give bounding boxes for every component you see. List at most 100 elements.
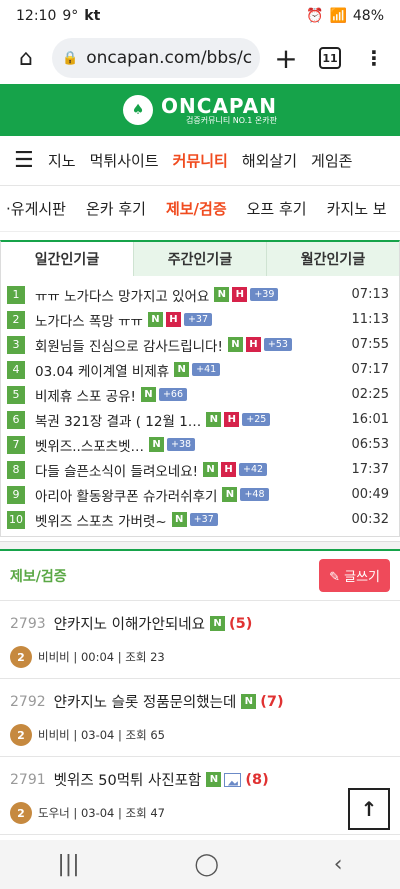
new-badge: N [171,512,187,527]
post-number: 2792 [10,693,46,710]
ranking-row[interactable]: 8 다들 슬픈소식이 들려오네요! N H +42 17:37 [1,457,399,482]
rank-number: 2 [7,310,25,329]
ranking-row[interactable]: 2 노가다스 폭망 ㅠㅠ N H +37 11:13 [1,307,399,332]
logo-title: ONCAPAN [161,93,277,118]
back-icon[interactable]: ‹ [334,852,343,877]
rank-number: 9 [7,485,25,504]
ranking-row[interactable]: 7 벳위즈..스포츠벳… N +38 06:53 [1,432,399,457]
post-views: 조회 65 [125,728,165,742]
rank-title: 03.04 케이계열 비제휴 [35,363,170,380]
board-header: 제보/검증 ✎ 글쓰기 [0,551,400,601]
board-title: 제보/검증 [10,568,67,585]
ranking-row[interactable]: 6 복권 321장 결과 ( 12월 1… N H +25 16:01 [1,407,399,432]
scroll-top-button[interactable]: ↑ [348,788,390,830]
rank-time: 00:32 [351,512,389,527]
site-banner: ♠ ONCAPAN 검증커뮤니티 NO.1 온카판 [0,84,400,136]
system-nav-bar: ||| ◯ ‹ [0,840,400,889]
level-badge: 2 [10,724,32,746]
nav-item-gamezone[interactable]: 게임존 [311,150,352,171]
post-author: 비비비 [38,728,70,742]
meta-separator: | [114,806,126,820]
menu-icon[interactable]: ⋮ [356,40,392,76]
post-list: 2793 얀카지노 이해가안되네요 N (5) 2 비비비 | 00:04 | 조… [0,601,400,835]
post-item[interactable]: 2792 얀카지노 슬롯 정품문의했는데 N (7) 2 비비비 | 03-04 … [0,679,400,757]
rank-number: 3 [7,335,25,354]
ranking-row[interactable]: 1 ㅠㅠ 노가다스 망가지고 있어요 N H +39 07:13 [1,282,399,307]
post-date: 00:04 [80,650,115,664]
level-badge: 2 [10,802,32,824]
nav-item-community[interactable]: 커뮤니티 [173,150,228,171]
nav-item-overseas[interactable]: 해외살기 [242,150,297,171]
tab-count: 11 [319,47,341,69]
rank-number: 8 [7,460,25,479]
rank-time: 07:17 [351,362,389,377]
tab-switcher-button[interactable]: 11 [312,40,348,76]
popular-tabs: 일간인기글 주간인기글 월간인기글 [1,242,399,276]
subnav-item-free-board[interactable]: ·유게시판 [6,198,66,219]
ranking-row[interactable]: 10 벳위즈 스포츠 가버렷~ N +37 00:32 [1,507,399,532]
site-logo[interactable]: ♠ ONCAPAN 검증커뮤니티 NO.1 온카판 [123,95,277,126]
rank-title: ㅠㅠ 노가다스 망가지고 있어요 [35,288,210,305]
ranking-row[interactable]: 9 아리아 활동왕쿠폰 슈가러쉬후기 N +48 00:49 [1,482,399,507]
ranking-row[interactable]: 5 비제휴 스포 공유! N +66 02:25 [1,382,399,407]
write-post-button[interactable]: ✎ 글쓰기 [319,559,390,592]
post-author: 비비비 [38,650,70,664]
new-badge: N [140,387,156,402]
rank-title: 벳위즈..스포츠벳… [35,438,145,455]
comment-count-badge: +66 [158,388,187,401]
meta-separator: | [114,650,126,664]
image-attachment-icon [224,772,242,787]
rank-time: 00:49 [351,487,389,502]
rank-number: 6 [7,410,25,429]
comment-count-badge: +53 [263,338,292,351]
subnav-item-report[interactable]: 제보/검증 [166,198,227,219]
url-text: oncapan.com/bbs/c [86,48,253,68]
ranking-row[interactable]: 3 회원님들 진심으로 감사드립니다! N H +53 07:55 [1,332,399,357]
address-bar[interactable]: 🔒 oncapan.com/bbs/c [52,38,260,78]
wifi-icon: 📶 [329,8,347,24]
rank-number: 4 [7,360,25,379]
new-badge: N [149,437,165,452]
tab-daily[interactable]: 일간인기글 [1,242,133,276]
rank-title: 벳위즈 스포츠 가버렷~ [35,513,167,530]
new-badge: N [222,487,238,502]
post-author: 도우너 [38,806,70,820]
hot-badge: H [245,337,261,352]
rank-time: 11:13 [351,312,389,327]
pencil-icon: ✎ [329,570,340,585]
sub-nav: ·유게시판 온카 후기 제보/검증 오프 후기 카지노 보 [0,186,400,232]
rank-number: 7 [7,435,25,454]
subnav-item-offline-review[interactable]: 오프 후기 [247,198,307,219]
new-tab-icon[interactable]: + [268,40,304,76]
lock-icon: 🔒 [62,50,79,66]
rank-time: 06:53 [351,437,389,452]
rank-number: 1 [7,285,25,304]
post-item[interactable]: 2791 벳위즈 50먹튀 사진포함 N (8) 2 도우너 | 03-04 | … [0,757,400,835]
post-item[interactable]: 2793 얀카지노 이해가안되네요 N (5) 2 비비비 | 00:04 | 조… [0,601,400,679]
nav-item-casino[interactable]: 지노 [48,150,76,171]
subnav-item-onca-review[interactable]: 온카 후기 [86,198,146,219]
clock: 12:10 [16,8,57,24]
rank-title: 노가다스 폭망 ㅠㅠ [35,313,143,330]
tab-weekly[interactable]: 주간인기글 [133,242,266,276]
hamburger-menu-icon[interactable]: ☰ [14,148,34,173]
ranking-row[interactable]: 4 03.04 케이계열 비제휴 N +41 07:17 [1,357,399,382]
rank-title: 다들 슬픈소식이 들려오네요! [35,463,199,480]
logo-tagline: 검증커뮤니티 NO.1 온카판 [186,115,277,125]
nav-item-scam-sites[interactable]: 먹튀사이트 [90,150,159,171]
post-date: 03-04 [80,806,115,820]
rank-time: 17:37 [351,462,389,477]
home-button-icon[interactable]: ◯ [194,852,219,877]
level-badge: 2 [10,646,32,668]
rank-number: 10 [7,510,25,529]
rank-number: 5 [7,385,25,404]
hot-badge: H [165,312,181,327]
rank-time: 07:13 [351,287,389,302]
new-badge: N [227,337,243,352]
home-icon[interactable]: ⌂ [8,40,44,76]
recent-apps-icon[interactable]: ||| [57,852,79,877]
meta-separator: | [114,728,126,742]
tab-monthly[interactable]: 월간인기글 [266,242,399,276]
subnav-item-casino[interactable]: 카지노 보 [327,198,387,219]
hot-badge: H [221,462,237,477]
